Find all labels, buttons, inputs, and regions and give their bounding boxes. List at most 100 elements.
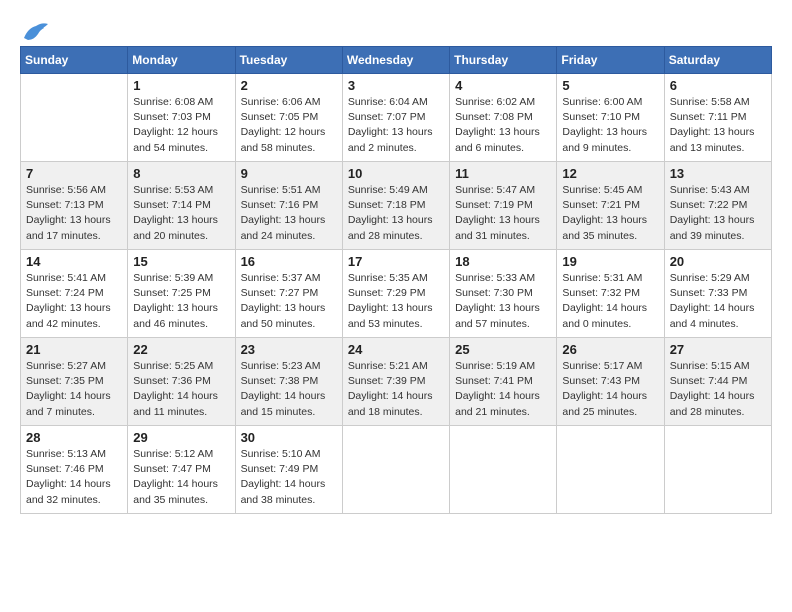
calendar-cell: 18 Sunrise: 5:33 AMSunset: 7:30 PMDayligh… [450, 250, 557, 338]
day-info: Sunrise: 5:12 AMSunset: 7:47 PMDaylight:… [133, 447, 229, 508]
page-header [20, 20, 772, 42]
day-info: Sunrise: 5:41 AMSunset: 7:24 PMDaylight:… [26, 271, 122, 332]
calendar-cell: 19 Sunrise: 5:31 AMSunset: 7:32 PMDayligh… [557, 250, 664, 338]
day-info: Sunrise: 5:37 AMSunset: 7:27 PMDaylight:… [241, 271, 337, 332]
day-number: 12 [562, 166, 658, 181]
day-number: 18 [455, 254, 551, 269]
calendar-cell: 23 Sunrise: 5:23 AMSunset: 7:38 PMDayligh… [235, 338, 342, 426]
calendar-cell: 11Sunrise: 5:47 AMSunset: 7:19 PMDayligh… [450, 162, 557, 250]
day-info: Sunrise: 5:27 AMSunset: 7:35 PMDaylight:… [26, 359, 122, 420]
day-info: Sunrise: 5:53 AMSunset: 7:14 PMDaylight:… [133, 183, 229, 244]
calendar-cell: 7 Sunrise: 5:56 AMSunset: 7:13 PMDaylight… [21, 162, 128, 250]
day-number: 3 [348, 78, 444, 93]
day-number: 20 [670, 254, 766, 269]
calendar-week-row: 1 Sunrise: 6:08 AMSunset: 7:03 PMDaylight… [21, 74, 772, 162]
calendar-cell: 14 Sunrise: 5:41 AMSunset: 7:24 PMDayligh… [21, 250, 128, 338]
calendar-cell: 24 Sunrise: 5:21 AMSunset: 7:39 PMDayligh… [342, 338, 449, 426]
weekday-header-thursday: Thursday [450, 47, 557, 74]
day-number: 23 [241, 342, 337, 357]
calendar-cell: 2 Sunrise: 6:06 AMSunset: 7:05 PMDaylight… [235, 74, 342, 162]
day-number: 24 [348, 342, 444, 357]
calendar-cell: 4 Sunrise: 6:02 AMSunset: 7:08 PMDaylight… [450, 74, 557, 162]
day-info: Sunrise: 5:33 AMSunset: 7:30 PMDaylight:… [455, 271, 551, 332]
calendar-cell [21, 74, 128, 162]
calendar-cell: 27Sunrise: 5:15 AMSunset: 7:44 PMDayligh… [664, 338, 771, 426]
weekday-header-sunday: Sunday [21, 47, 128, 74]
logo [20, 20, 52, 42]
day-info: Sunrise: 5:21 AMSunset: 7:39 PMDaylight:… [348, 359, 444, 420]
day-number: 28 [26, 430, 122, 445]
day-number: 21 [26, 342, 122, 357]
day-number: 6 [670, 78, 766, 93]
day-info: Sunrise: 5:23 AMSunset: 7:38 PMDaylight:… [241, 359, 337, 420]
calendar-cell: 17Sunrise: 5:35 AMSunset: 7:29 PMDayligh… [342, 250, 449, 338]
day-number: 13 [670, 166, 766, 181]
day-info: Sunrise: 5:58 AMSunset: 7:11 PMDaylight:… [670, 95, 766, 156]
day-info: Sunrise: 5:17 AMSunset: 7:43 PMDaylight:… [562, 359, 658, 420]
calendar-cell [557, 426, 664, 514]
day-number: 26 [562, 342, 658, 357]
calendar-cell: 29Sunrise: 5:12 AMSunset: 7:47 PMDayligh… [128, 426, 235, 514]
day-info: Sunrise: 5:43 AMSunset: 7:22 PMDaylight:… [670, 183, 766, 244]
day-info: Sunrise: 6:04 AMSunset: 7:07 PMDaylight:… [348, 95, 444, 156]
calendar-cell: 5Sunrise: 6:00 AMSunset: 7:10 PMDaylight… [557, 74, 664, 162]
day-info: Sunrise: 5:31 AMSunset: 7:32 PMDaylight:… [562, 271, 658, 332]
day-number: 2 [241, 78, 337, 93]
day-info: Sunrise: 5:56 AMSunset: 7:13 PMDaylight:… [26, 183, 122, 244]
calendar-cell: 13 Sunrise: 5:43 AMSunset: 7:22 PMDayligh… [664, 162, 771, 250]
calendar-header-row: SundayMondayTuesdayWednesdayThursdayFrid… [21, 47, 772, 74]
day-number: 7 [26, 166, 122, 181]
day-info: Sunrise: 5:39 AMSunset: 7:25 PMDaylight:… [133, 271, 229, 332]
day-number: 5 [562, 78, 658, 93]
day-number: 9 [241, 166, 337, 181]
calendar-cell: 3 Sunrise: 6:04 AMSunset: 7:07 PMDaylight… [342, 74, 449, 162]
day-info: Sunrise: 5:45 AMSunset: 7:21 PMDaylight:… [562, 183, 658, 244]
day-number: 27 [670, 342, 766, 357]
day-info: Sunrise: 5:51 AMSunset: 7:16 PMDaylight:… [241, 183, 337, 244]
day-number: 22 [133, 342, 229, 357]
weekday-header-saturday: Saturday [664, 47, 771, 74]
logo-icon [20, 20, 48, 42]
day-info: Sunrise: 5:35 AMSunset: 7:29 PMDaylight:… [348, 271, 444, 332]
calendar-cell: 6 Sunrise: 5:58 AMSunset: 7:11 PMDaylight… [664, 74, 771, 162]
weekday-header-wednesday: Wednesday [342, 47, 449, 74]
calendar-cell: 22Sunrise: 5:25 AMSunset: 7:36 PMDayligh… [128, 338, 235, 426]
day-number: 16 [241, 254, 337, 269]
day-info: Sunrise: 6:02 AMSunset: 7:08 PMDaylight:… [455, 95, 551, 156]
day-info: Sunrise: 6:08 AMSunset: 7:03 PMDaylight:… [133, 95, 229, 156]
calendar-week-row: 28 Sunrise: 5:13 AMSunset: 7:46 PMDayligh… [21, 426, 772, 514]
day-info: Sunrise: 5:10 AMSunset: 7:49 PMDaylight:… [241, 447, 337, 508]
day-info: Sunrise: 6:06 AMSunset: 7:05 PMDaylight:… [241, 95, 337, 156]
day-number: 11 [455, 166, 551, 181]
calendar-week-row: 21 Sunrise: 5:27 AMSunset: 7:35 PMDayligh… [21, 338, 772, 426]
calendar-cell: 28 Sunrise: 5:13 AMSunset: 7:46 PMDayligh… [21, 426, 128, 514]
calendar-cell: 1 Sunrise: 6:08 AMSunset: 7:03 PMDaylight… [128, 74, 235, 162]
calendar-cell: 9 Sunrise: 5:51 AMSunset: 7:16 PMDaylight… [235, 162, 342, 250]
day-number: 30 [241, 430, 337, 445]
calendar-cell: 20 Sunrise: 5:29 AMSunset: 7:33 PMDayligh… [664, 250, 771, 338]
calendar-cell: 30 Sunrise: 5:10 AMSunset: 7:49 PMDayligh… [235, 426, 342, 514]
day-number: 1 [133, 78, 229, 93]
calendar-week-row: 14 Sunrise: 5:41 AMSunset: 7:24 PMDayligh… [21, 250, 772, 338]
day-number: 19 [562, 254, 658, 269]
calendar-cell [450, 426, 557, 514]
day-number: 15 [133, 254, 229, 269]
calendar-table: SundayMondayTuesdayWednesdayThursdayFrid… [20, 46, 772, 514]
day-info: Sunrise: 5:29 AMSunset: 7:33 PMDaylight:… [670, 271, 766, 332]
day-info: Sunrise: 5:13 AMSunset: 7:46 PMDaylight:… [26, 447, 122, 508]
weekday-header-monday: Monday [128, 47, 235, 74]
calendar-cell: 10Sunrise: 5:49 AMSunset: 7:18 PMDayligh… [342, 162, 449, 250]
day-info: Sunrise: 5:19 AMSunset: 7:41 PMDaylight:… [455, 359, 551, 420]
calendar-cell: 15 Sunrise: 5:39 AMSunset: 7:25 PMDayligh… [128, 250, 235, 338]
calendar-cell: 8Sunrise: 5:53 AMSunset: 7:14 PMDaylight… [128, 162, 235, 250]
weekday-header-friday: Friday [557, 47, 664, 74]
calendar-cell: 12 Sunrise: 5:45 AMSunset: 7:21 PMDayligh… [557, 162, 664, 250]
weekday-header-tuesday: Tuesday [235, 47, 342, 74]
calendar-cell: 16 Sunrise: 5:37 AMSunset: 7:27 PMDayligh… [235, 250, 342, 338]
calendar-cell: 26 Sunrise: 5:17 AMSunset: 7:43 PMDayligh… [557, 338, 664, 426]
day-number: 14 [26, 254, 122, 269]
calendar-cell: 25 Sunrise: 5:19 AMSunset: 7:41 PMDayligh… [450, 338, 557, 426]
day-number: 25 [455, 342, 551, 357]
day-number: 4 [455, 78, 551, 93]
calendar-cell [342, 426, 449, 514]
